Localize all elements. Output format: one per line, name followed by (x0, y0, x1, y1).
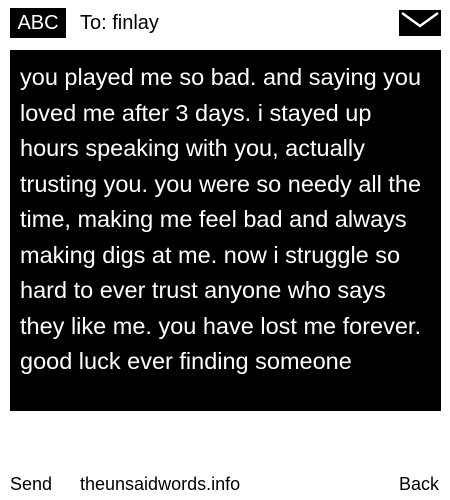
back-softkey[interactable]: Back (399, 473, 439, 495)
input-mode-badge[interactable]: ABC (10, 8, 66, 38)
message-body-area[interactable]: you played me so bad. and saying you lov… (10, 50, 441, 411)
site-url-label: theunsaidwords.info (80, 474, 241, 494)
message-text[interactable]: you played me so bad. and saying you lov… (10, 50, 441, 380)
recipient-label: To: finlay (80, 12, 159, 34)
envelope-icon (399, 10, 441, 36)
send-softkey[interactable]: Send (10, 473, 52, 495)
